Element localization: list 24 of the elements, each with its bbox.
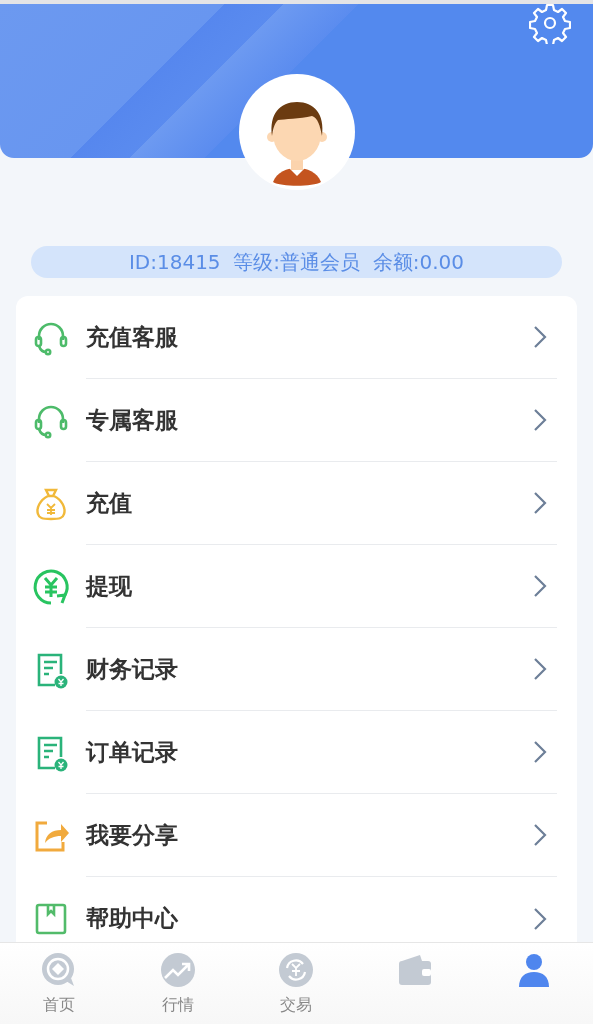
chevron-right-icon [533, 657, 547, 681]
chevron-right-icon [533, 740, 547, 764]
chevron-right-icon [533, 574, 547, 598]
exchange-icon [277, 951, 316, 989]
account-info: ID:18415 等级:普通会员 余额:0.00 [31, 246, 562, 278]
menu-item[interactable]: 充值 [86, 487, 533, 519]
menu-item[interactable]: 充值客服 [86, 321, 533, 353]
chevron-right-icon [533, 491, 547, 515]
chevron-right-icon [533, 325, 547, 349]
tab-item[interactable]: 交易 [237, 943, 356, 1024]
menu-item[interactable]: 财务记录 [86, 653, 533, 685]
menu-item[interactable]: 我要分享 [86, 819, 533, 851]
menu-item[interactable]: 帮助中心 [86, 903, 533, 934]
chevron-right-icon [533, 408, 547, 432]
chevron-right-icon [533, 906, 547, 931]
tab-item[interactable]: 首页 [0, 943, 119, 1024]
tab-item[interactable]: 行情 [118, 943, 238, 1024]
yuan-coin-icon [31, 566, 71, 607]
menu-item[interactable]: 专属客服 [86, 404, 533, 436]
chevron-right-icon [533, 823, 547, 847]
menu-item[interactable]: 订单记录 [86, 736, 533, 768]
settings-icon[interactable] [529, 2, 571, 44]
menu-item[interactable]: 提现 [86, 570, 533, 602]
trend-icon [158, 951, 197, 989]
